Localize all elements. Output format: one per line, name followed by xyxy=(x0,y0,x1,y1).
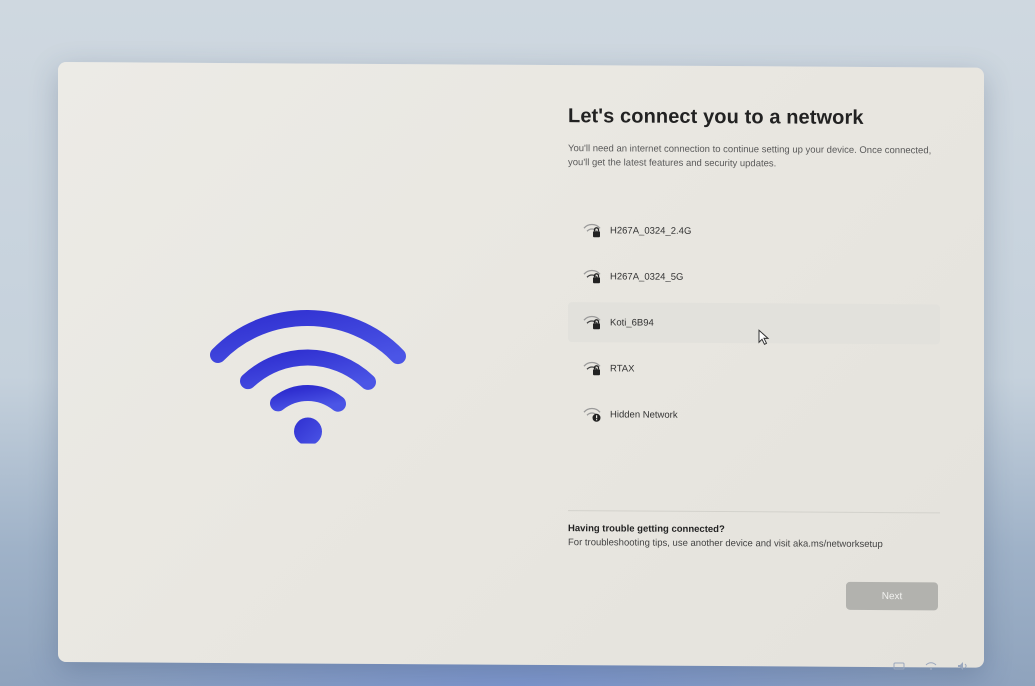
page-title: Let's connect you to a network xyxy=(568,105,864,129)
wifi-lock-icon xyxy=(583,315,601,330)
system-tray xyxy=(893,658,969,670)
divider xyxy=(568,510,940,514)
page-subtitle: You'll need an internet connection to co… xyxy=(568,143,932,170)
network-name: H267A_0324_2.4G xyxy=(610,224,692,237)
network-item-hidden-network[interactable]: Hidden Network xyxy=(568,394,940,436)
help-text: For troubleshooting tips, use another de… xyxy=(568,537,883,551)
mouse-cursor-icon xyxy=(758,329,770,345)
help-section: Having trouble getting connected? For tr… xyxy=(568,523,948,550)
network-item-h267a-2-4g[interactable]: H267A_0324_2.4G xyxy=(568,210,940,252)
setup-card: Let's connect you to a network You'll ne… xyxy=(58,62,984,668)
next-button[interactable]: Next xyxy=(846,581,938,611)
wifi-lock-icon xyxy=(583,269,601,284)
accessibility-icon[interactable] xyxy=(893,658,905,670)
header-panel: Let's connect you to a network You'll ne… xyxy=(568,105,948,172)
network-item-koti-6b94[interactable]: Koti_6B94 xyxy=(568,302,940,345)
network-name: RTAX xyxy=(610,362,635,375)
network-name: H267A_0324_5G xyxy=(610,270,684,283)
network-tray-icon[interactable] xyxy=(925,658,937,670)
volume-icon[interactable] xyxy=(957,658,969,670)
wifi-lock-icon xyxy=(583,223,601,238)
network-name: Koti_6B94 xyxy=(610,316,654,329)
help-title: Having trouble getting connected? xyxy=(568,523,725,536)
wifi-lock-icon xyxy=(583,361,601,376)
network-item-rtax[interactable]: RTAX xyxy=(568,348,940,390)
network-name: Hidden Network xyxy=(610,408,678,421)
network-item-h267a-5g[interactable]: H267A_0324_5G xyxy=(568,256,940,298)
wifi-hero-icon xyxy=(210,310,406,445)
wifi-hidden-icon xyxy=(583,407,601,422)
network-list: H267A_0324_2.4G H267A_0324_5G Koti_6B94 xyxy=(568,210,940,442)
